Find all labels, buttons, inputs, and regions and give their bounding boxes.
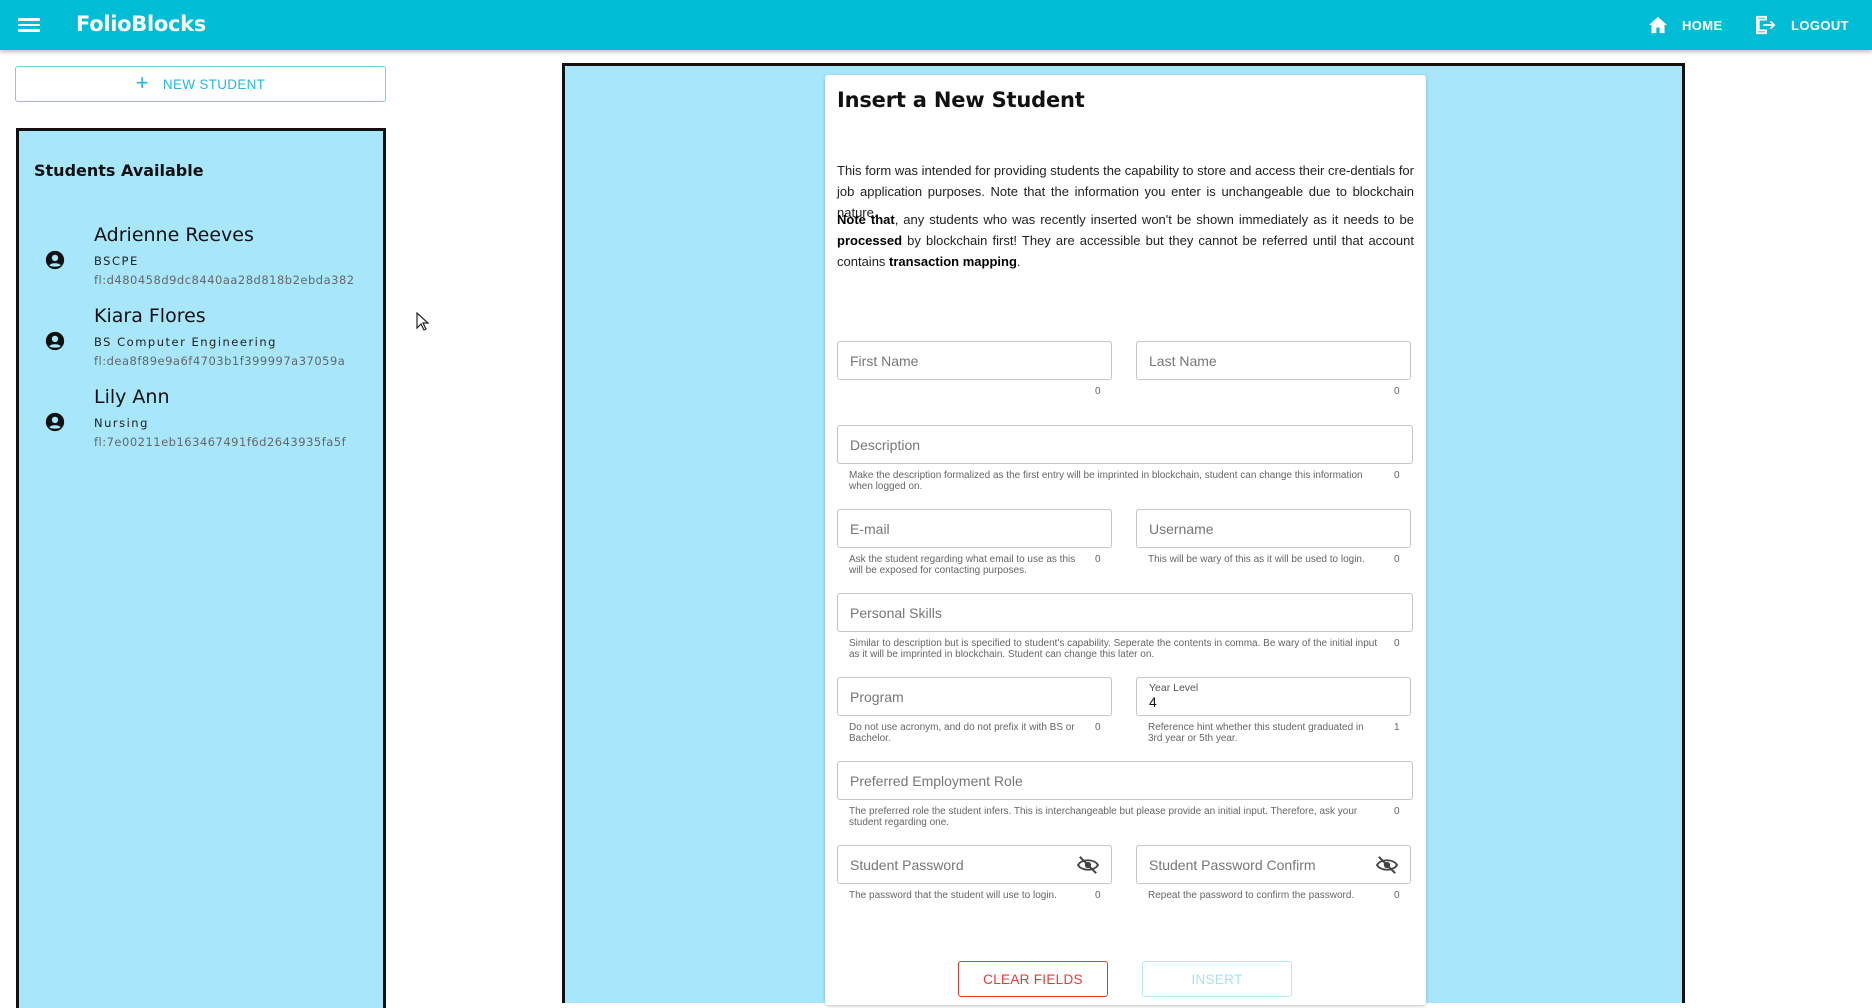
- student-name: Adrienne Reeves: [94, 224, 254, 246]
- employment-role-field[interactable]: Preferred Employment Role: [837, 761, 1413, 800]
- student-id: fl:7e00211eb163467491f6d2643935fa5f: [94, 435, 347, 449]
- last-name-field[interactable]: Last Name: [1136, 341, 1411, 380]
- home-button[interactable]: HOME: [1648, 12, 1723, 38]
- top-app-bar: FolioBlocks HOME LOGOUT: [0, 0, 1872, 50]
- cursor-icon: [416, 312, 430, 331]
- account-icon: [45, 331, 65, 351]
- description-hint: Make the description formalized as the f…: [849, 470, 1363, 492]
- note-text-1: , any students who was recently inserted…: [894, 212, 1414, 227]
- account-icon: [45, 250, 65, 270]
- student-item[interactable]: Kiara Flores BS Computer Engineering fl:…: [19, 305, 383, 377]
- program-placeholder: Program: [850, 689, 904, 705]
- year-level-hint: Reference hint whether this student grad…: [1148, 722, 1364, 744]
- insert-button[interactable]: INSERT: [1142, 961, 1292, 997]
- account-icon: [45, 412, 65, 432]
- password-hint: The password that the student will use t…: [849, 890, 1057, 901]
- year-level-label: Year Level: [1149, 682, 1199, 694]
- password-field[interactable]: Student Password: [837, 845, 1112, 884]
- home-icon: [1649, 16, 1667, 34]
- skills-hint: Similar to description but is specified …: [849, 638, 1378, 660]
- year-level-field[interactable]: Year Level 4: [1136, 677, 1411, 716]
- password-confirm-hint: Repeat the password to confirm the passw…: [1148, 890, 1355, 901]
- eye-off-icon[interactable]: [1376, 855, 1398, 875]
- email-placeholder: E-mail: [850, 521, 890, 537]
- logout-icon: [1756, 15, 1776, 35]
- note-text-3: .: [1016, 254, 1021, 269]
- program-hint: Do not use acronym, and do not prefix it…: [849, 722, 1075, 744]
- email-counter: 0: [1095, 554, 1101, 565]
- description-placeholder: Description: [850, 437, 921, 453]
- password-confirm-field[interactable]: Student Password Confirm: [1136, 845, 1411, 884]
- first-name-field[interactable]: First Name: [837, 341, 1112, 380]
- note-bold-1: Note that: [837, 212, 895, 227]
- new-student-label: NEW STUDENT: [162, 76, 266, 92]
- main-panel: Insert a New Student This form was inten…: [562, 63, 1685, 1005]
- student-item[interactable]: Lily Ann Nursing fl:7e00211eb163467491f6…: [19, 386, 383, 458]
- password-placeholder: Student Password: [850, 857, 964, 873]
- student-program: Nursing: [94, 416, 149, 430]
- eye-off-icon[interactable]: [1077, 855, 1099, 875]
- username-field[interactable]: Username: [1136, 509, 1411, 548]
- username-placeholder: Username: [1149, 521, 1214, 537]
- email-hint: Ask the student regarding what email to …: [849, 554, 1076, 576]
- plus-icon: +: [135, 70, 149, 95]
- personal-skills-field[interactable]: Personal Skills: [837, 593, 1413, 632]
- first-name-placeholder: First Name: [850, 353, 919, 369]
- skills-placeholder: Personal Skills: [850, 605, 942, 621]
- insert-student-form: Insert a New Student This form was inten…: [825, 75, 1426, 1005]
- student-name: Lily Ann: [94, 386, 170, 408]
- year-level-counter: 1: [1394, 722, 1400, 733]
- logout-button[interactable]: LOGOUT: [1755, 12, 1849, 38]
- first-name-counter: 0: [1095, 386, 1101, 397]
- menu-icon[interactable]: [18, 15, 40, 35]
- program-field[interactable]: Program: [837, 677, 1112, 716]
- panel-title: Students Available: [34, 161, 204, 180]
- students-panel: Students Available Adrienne Reeves BSCPE…: [16, 128, 386, 1008]
- email-field[interactable]: E-mail: [837, 509, 1112, 548]
- password-counter: 0: [1095, 890, 1101, 901]
- student-id: fl:d480458d9dc8440aa28d818b2ebda382: [94, 273, 355, 287]
- password-confirm-placeholder: Student Password Confirm: [1149, 857, 1316, 873]
- username-counter: 0: [1394, 554, 1400, 565]
- form-title: Insert a New Student: [837, 88, 1085, 112]
- last-name-counter: 0: [1394, 386, 1400, 397]
- last-name-placeholder: Last Name: [1149, 353, 1217, 369]
- student-program: BSCPE: [94, 254, 139, 268]
- password-confirm-counter: 0: [1394, 890, 1400, 901]
- clear-fields-button[interactable]: CLEAR FIELDS: [958, 961, 1108, 997]
- form-note: Note that, any students who was recently…: [837, 209, 1414, 272]
- student-program: BS Computer Engineering: [94, 335, 277, 349]
- year-level-value: 4: [1149, 694, 1157, 710]
- program-counter: 0: [1095, 722, 1101, 733]
- home-label: HOME: [1682, 17, 1723, 33]
- role-hint: The preferred role the student infers. T…: [849, 806, 1358, 828]
- role-placeholder: Preferred Employment Role: [850, 773, 1023, 789]
- student-item[interactable]: Adrienne Reeves BSCPE fl:d480458d9dc8440…: [19, 224, 383, 296]
- description-field[interactable]: Description: [837, 425, 1413, 464]
- skills-counter: 0: [1394, 638, 1400, 649]
- role-counter: 0: [1394, 806, 1400, 817]
- note-bold-2: processed: [837, 233, 903, 248]
- description-counter: 0: [1394, 470, 1400, 481]
- student-name: Kiara Flores: [94, 305, 206, 327]
- username-hint: This will be wary of this as it will be …: [1148, 554, 1365, 565]
- brand-title[interactable]: FolioBlocks: [76, 12, 206, 36]
- new-student-button[interactable]: + NEW STUDENT: [15, 66, 386, 102]
- logout-label: LOGOUT: [1791, 17, 1850, 33]
- student-id: fl:dea8f89e9a6f4703b1f399997a37059a: [94, 354, 346, 368]
- note-bold-3: transaction mapping: [889, 254, 1017, 269]
